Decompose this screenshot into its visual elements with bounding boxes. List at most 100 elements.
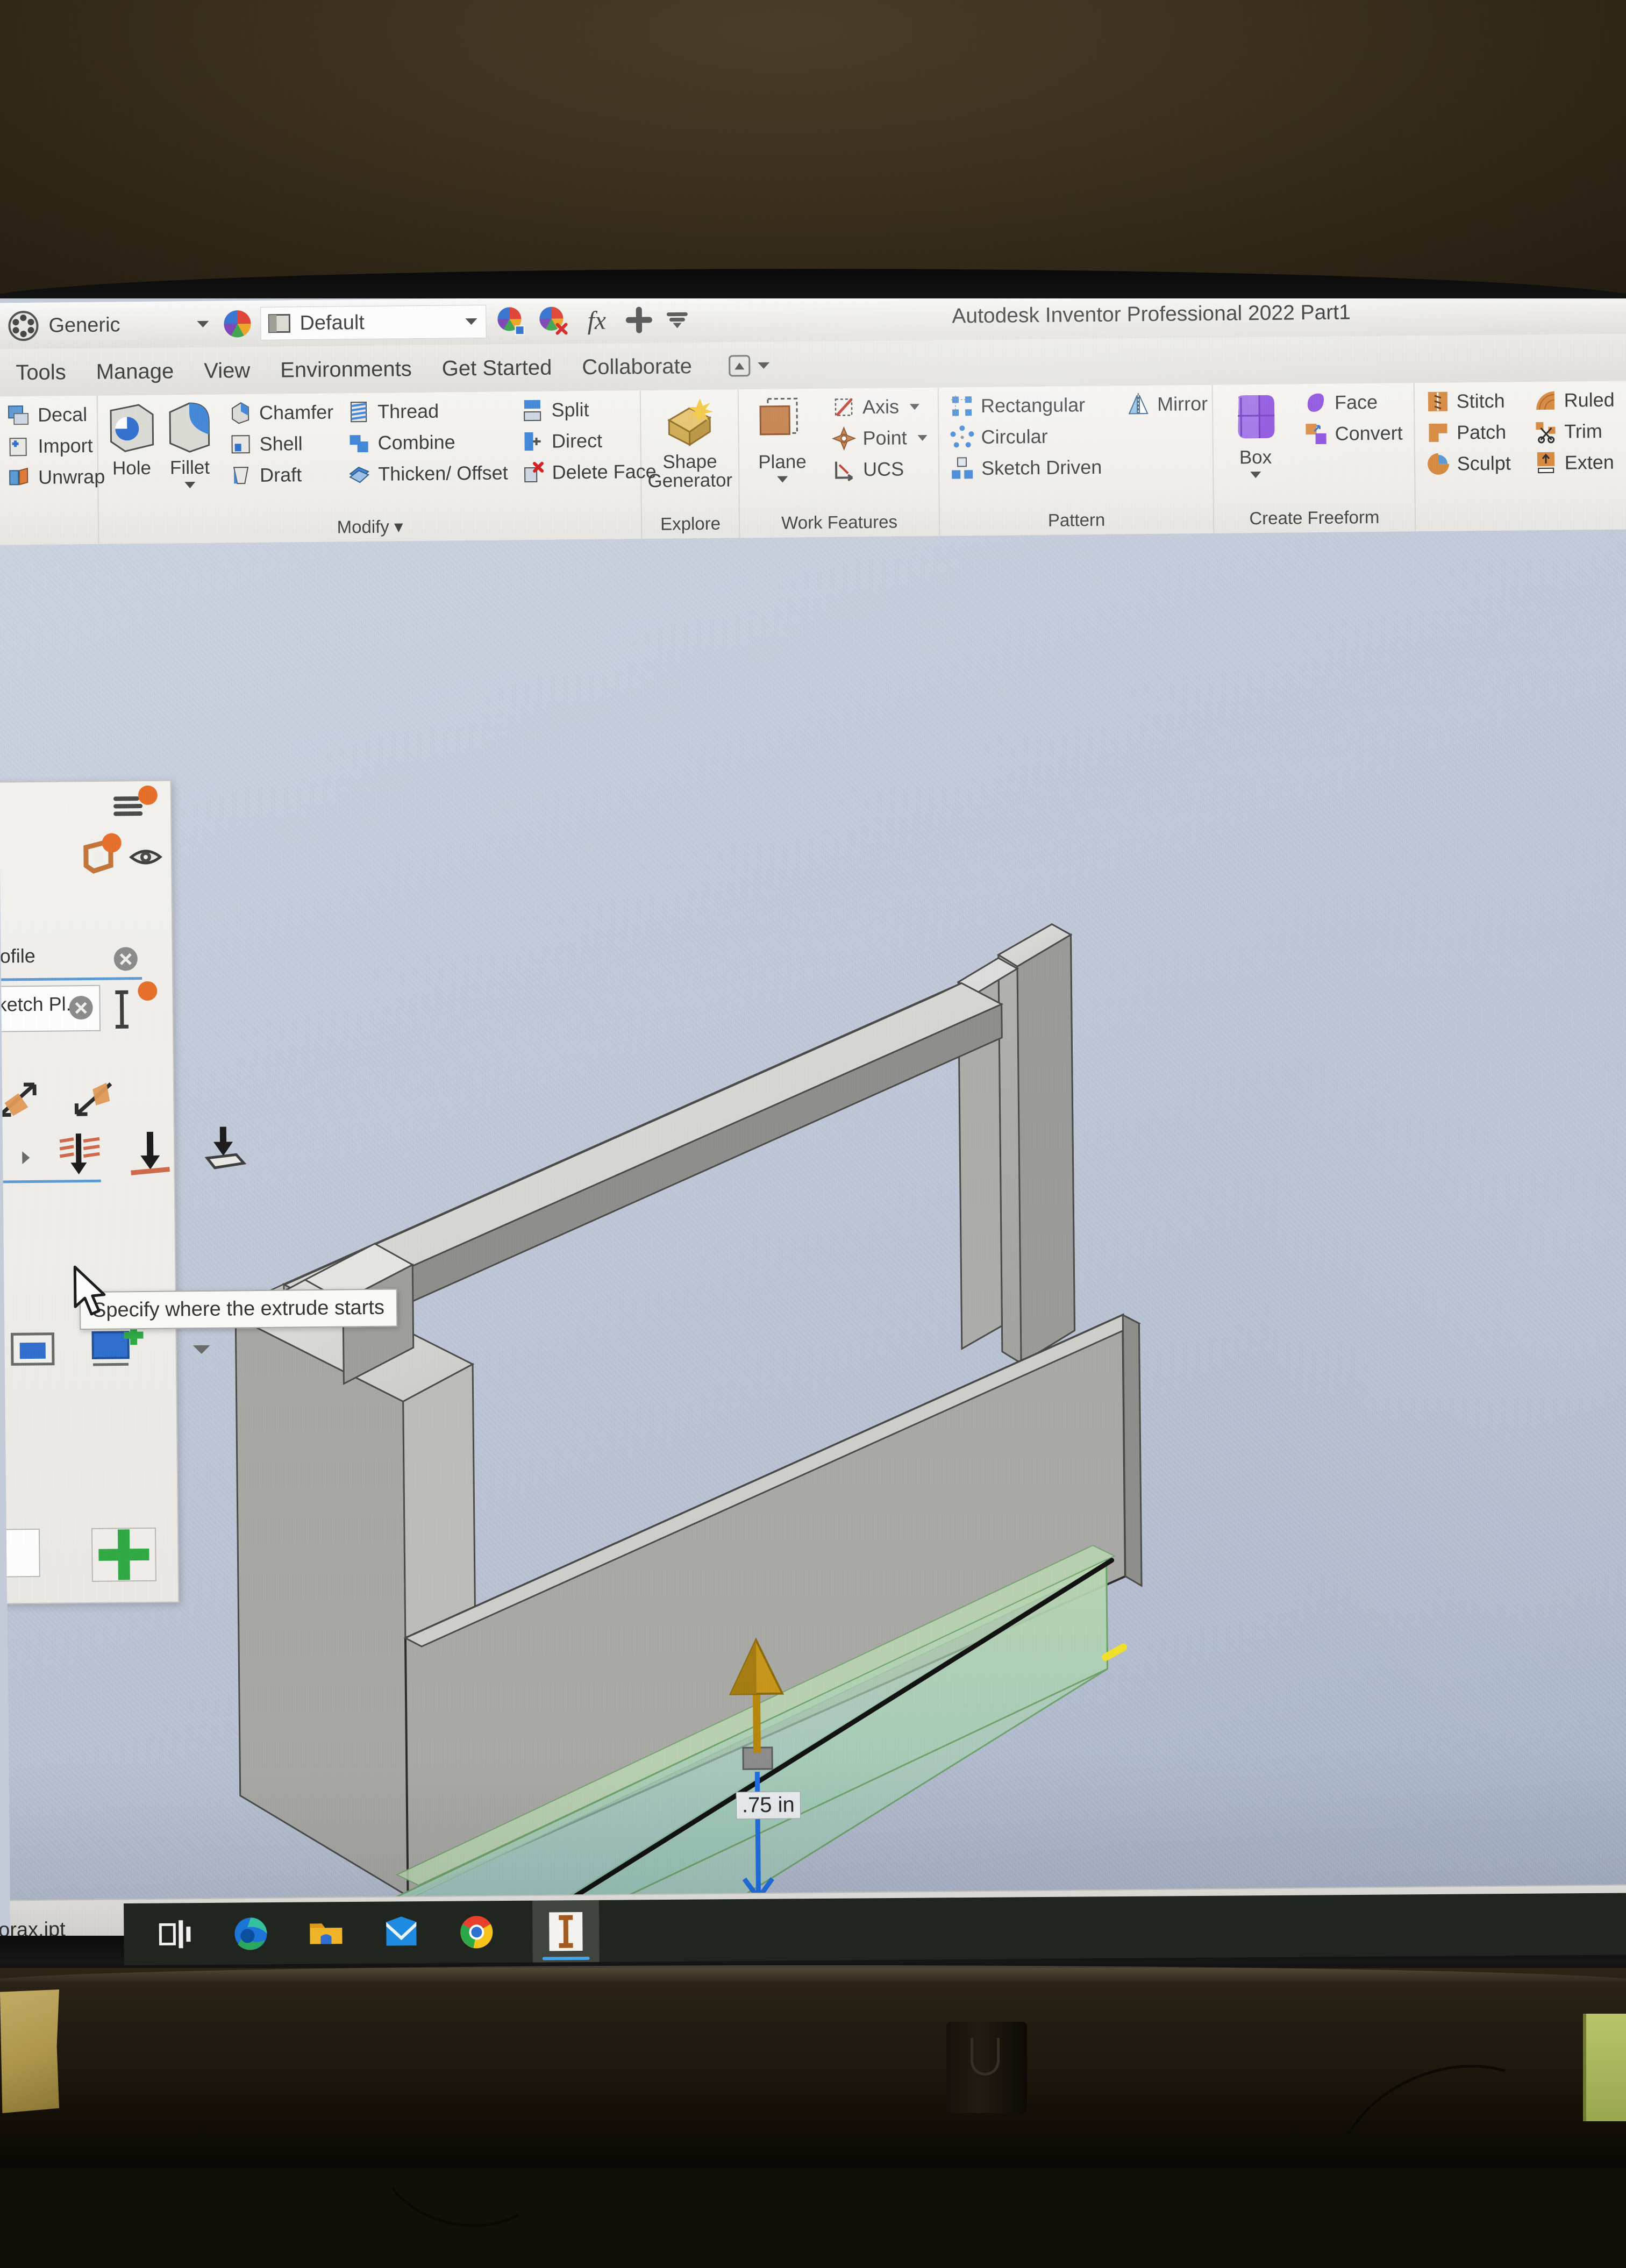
tab-environments[interactable]: Environments [265,356,427,382]
extrude-profile-row[interactable]: Profile [0,945,35,968]
material-icon[interactable] [6,309,40,343]
tab-manage[interactable]: Manage [81,359,189,384]
extrude-direction-flip-button[interactable] [0,1077,42,1123]
ribbon-item-axis[interactable]: Axis [826,392,933,422]
ribbon-item-freeform-box[interactable]: Box [1218,388,1293,478]
ribbon-item-sculpt[interactable]: Sculpt [1420,448,1516,479]
ribbon-item-hole[interactable]: Hole [103,400,160,480]
taskbar-item-edge[interactable] [231,1914,270,1953]
to-next-extent-icon [123,1128,177,1180]
extrude-add-button[interactable] [91,1528,156,1582]
fx-icon[interactable]: fx [579,305,615,336]
chrome-browser-icon [457,1913,496,1952]
material-dropdown-caret[interactable] [197,321,209,327]
ribbon-item-sketch-driven-pattern[interactable]: Sketch Driven [945,453,1108,483]
ribbon-collapse-caret[interactable] [758,362,769,369]
ribbon-item-direct[interactable]: Direct [515,426,662,457]
ribbon-minimize-control[interactable] [729,355,769,377]
ribbon-item-chamfer[interactable]: Chamfer [223,397,339,427]
add-icon[interactable] [624,305,654,335]
axis-dropdown-caret[interactable] [910,404,919,410]
import-icon [6,434,31,459]
ribbon-panel-explore: Shape Generator Explore [641,389,740,539]
ribbon-item-draft[interactable]: Draft [223,460,340,490]
taskbar-item-task-view[interactable] [156,1915,195,1954]
ribbon-item-delete-face[interactable]: Delete Face [515,457,662,488]
ribbon-item-fillet[interactable]: Fillet [161,399,218,489]
extent-to-button[interactable] [196,1124,251,1179]
task-view-icon [156,1915,195,1954]
ribbon-collapse-icon[interactable] [729,355,750,376]
taskbar-item-inventor[interactable] [532,1900,600,1963]
taskbar-item-file-explorer[interactable] [306,1914,346,1953]
ribbon-item-stitch[interactable]: Stitch [1420,386,1516,416]
extrude-distance-label[interactable]: .75 in [736,1791,801,1819]
ribbon-item-shell[interactable]: Shell [223,429,339,459]
taskbar-item-chrome[interactable] [457,1913,496,1952]
profile-clear-button[interactable] [114,947,138,971]
taskbar-item-mail[interactable] [382,1913,421,1952]
tab-view[interactable]: View [189,358,265,383]
ribbon-item-unwrap[interactable]: Unwrap [2,462,111,493]
ribbon-item-plane[interactable]: Plane [744,393,821,483]
ribbon-item-split[interactable]: Split [515,395,661,425]
ribbon-item-ucs[interactable]: UCS [826,454,933,484]
appearance-label: Default [291,311,373,334]
tab-collaborate[interactable]: Collaborate [567,354,707,379]
ribbon-item-label: Split [551,398,589,422]
model-viewport[interactable]: .75 in .250 [0,529,1626,1900]
ribbon-item-extend-surface[interactable]: Exten [1528,448,1621,478]
menu-status-dot [138,786,158,805]
ribbon-item-mirror[interactable]: Mirror [1121,389,1213,419]
sketch-plane-clear-button[interactable] [69,996,92,1019]
join-boolean-icon [5,1324,60,1374]
ribbon-item-decal[interactable]: Decal [1,400,110,430]
ribbon-item-combine[interactable]: Combine [341,427,513,458]
ribbon-item-thread[interactable]: Thread [341,396,513,426]
extent-prev-caret[interactable] [16,1148,35,1167]
fillet-dropdown-caret[interactable] [184,482,195,488]
ribbon-item-label: Thread [377,400,439,423]
ribbon-item-shape-generator[interactable]: Shape Generator [646,394,733,490]
adjust-appearance-icon[interactable] [494,304,527,338]
extent-to-next-button[interactable] [123,1128,177,1180]
ribbon-item-patch[interactable]: Patch [1420,417,1516,447]
ribbon-item-thicken-offset[interactable]: Thicken/ Offset [341,458,514,489]
distance-extent-icon [50,1129,104,1181]
extrude-dialog[interactable]: Profile Sketch Pl... [0,780,179,1604]
axis-icon [831,395,856,419]
extrude-ok-field[interactable] [0,1529,40,1578]
extrude-more-caret[interactable] [190,1341,213,1357]
extrude-tooltip: Specify where the extrude starts [80,1289,397,1330]
ribbon-item-ruled-surface[interactable]: Ruled [1527,386,1620,416]
box-dropdown-caret[interactable] [1250,472,1261,478]
boolean-join-button[interactable] [5,1324,60,1374]
ribbon-panel-label: Pattern [945,509,1208,536]
plane-dropdown-caret[interactable] [777,476,788,482]
ribbon-item-import[interactable]: Import [1,431,110,461]
tab-tools[interactable]: Tools [1,360,81,385]
extrude-direction-symmetric-button[interactable] [71,1076,119,1122]
tab-get-started[interactable]: Get Started [427,355,567,381]
ribbon-item-freeform-face[interactable]: Face [1298,387,1408,417]
point-dropdown-caret[interactable] [918,434,928,440]
extrude-visibility-button[interactable] [129,845,162,870]
ribbon-item-trim-surface[interactable]: Trim [1528,417,1621,447]
ribbon-item-label: Patch [1457,421,1506,444]
appearance-dropdown-caret[interactable] [465,318,477,325]
ribbon-item-label: Face [1335,391,1378,414]
ribbon-item-point[interactable]: Point [826,423,933,453]
more-options-icon[interactable] [664,306,690,332]
part-3d-model[interactable] [0,529,1626,1900]
extent-distance-button[interactable] [50,1129,104,1181]
appearance-selector[interactable]: Default [260,305,487,340]
sketch-plane-pick-button[interactable] [111,989,133,1030]
clear-appearance-icon[interactable] [536,304,569,338]
shape-generator-icon [661,395,718,452]
appearance-icon[interactable] [220,307,254,341]
ribbon-item-label: Plane [758,451,807,473]
ribbon-item-rectangular-pattern[interactable]: Rectangular [944,390,1107,421]
ribbon-item-circular-pattern[interactable]: Circular [944,422,1107,452]
ribbon-item-freeform-convert[interactable]: Convert [1298,418,1408,448]
material-selector[interactable]: Generic [40,308,218,343]
